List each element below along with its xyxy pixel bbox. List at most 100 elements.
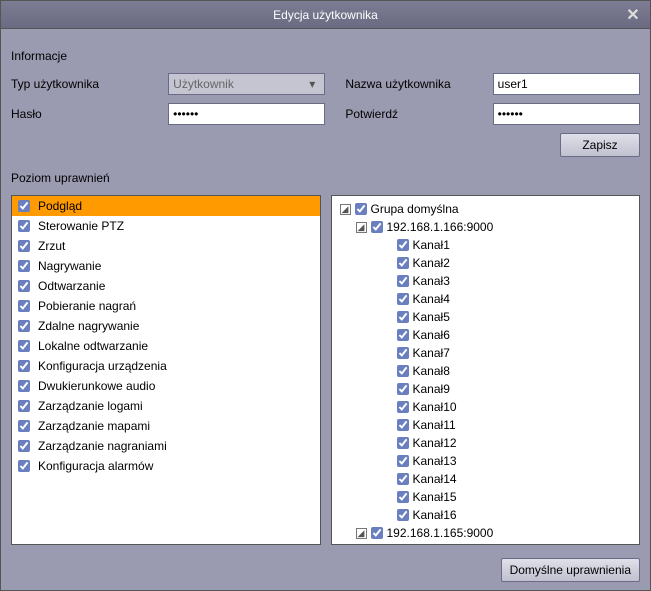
- tree-checkbox[interactable]: [371, 221, 383, 233]
- tree-channel[interactable]: Kanał10: [334, 398, 638, 416]
- save-button[interactable]: Zapisz: [560, 133, 640, 157]
- tree-label: Kanał16: [413, 508, 457, 522]
- permission-item[interactable]: Zarządzanie nagraniami: [12, 436, 320, 456]
- tree-channel[interactable]: Kanał4: [334, 290, 638, 308]
- tree-checkbox[interactable]: [397, 329, 409, 341]
- tree-checkbox[interactable]: [397, 419, 409, 431]
- tree-channel[interactable]: Kanał7: [334, 344, 638, 362]
- permission-checkbox[interactable]: [18, 200, 30, 212]
- tree-channel[interactable]: Kanał16: [334, 506, 638, 524]
- password-label: Hasło: [11, 107, 168, 121]
- permission-item[interactable]: Zarządzanie logami: [12, 396, 320, 416]
- tree-channel[interactable]: Kanał14: [334, 470, 638, 488]
- tree-device[interactable]: ◢ 192.168.1.165:9000: [334, 524, 638, 542]
- tree-checkbox[interactable]: [397, 365, 409, 377]
- tree-label: Kanał13: [413, 454, 457, 468]
- collapse-icon[interactable]: ◢: [340, 204, 351, 215]
- tree-checkbox[interactable]: [397, 509, 409, 521]
- permission-label: Zdalne nagrywanie: [38, 319, 139, 333]
- permissions-list[interactable]: Podgląd Sterowanie PTZZrzut Nagrywanie Odtw…: [11, 195, 321, 545]
- permission-item[interactable]: Konfiguracja urządzenia: [12, 356, 320, 376]
- row-user-type: Typ użytkownika Użytkownik ▾ Nazwa użytk…: [11, 73, 640, 95]
- tree-checkbox[interactable]: [397, 383, 409, 395]
- user-type-select[interactable]: Użytkownik ▾: [168, 73, 325, 95]
- tree-checkbox[interactable]: [355, 203, 367, 215]
- tree-checkbox[interactable]: [397, 311, 409, 323]
- permission-checkbox[interactable]: [18, 320, 30, 332]
- permission-label: Podgląd: [38, 199, 82, 213]
- tree-channel[interactable]: Kanał11: [334, 416, 638, 434]
- permission-item[interactable]: Zarządzanie mapami: [12, 416, 320, 436]
- permission-item[interactable]: Sterowanie PTZ: [12, 216, 320, 236]
- tree-channel[interactable]: Kanał1: [334, 236, 638, 254]
- close-icon[interactable]: ✕: [624, 6, 642, 24]
- permission-checkbox[interactable]: [18, 280, 30, 292]
- permission-checkbox[interactable]: [18, 400, 30, 412]
- permission-checkbox[interactable]: [18, 240, 30, 252]
- tree-checkbox[interactable]: [397, 275, 409, 287]
- tree-checkbox[interactable]: [397, 455, 409, 467]
- username-field[interactable]: [493, 73, 640, 95]
- tree-label: Kanał12: [413, 436, 457, 450]
- tree-label: Kanał11: [413, 418, 456, 432]
- tree-checkbox[interactable]: [397, 257, 409, 269]
- tree-checkbox[interactable]: [397, 239, 409, 251]
- tree-channel[interactable]: Kanał9: [334, 380, 638, 398]
- permission-label: Nagrywanie: [38, 259, 101, 273]
- permission-checkbox[interactable]: [18, 260, 30, 272]
- tree-channel[interactable]: Kanał8: [334, 362, 638, 380]
- tree-checkbox[interactable]: [371, 527, 383, 539]
- tree-channel[interactable]: Kanał6: [334, 326, 638, 344]
- collapse-icon[interactable]: ◢: [356, 528, 367, 539]
- tree-channel[interactable]: Kanał12: [334, 434, 638, 452]
- tree-channel[interactable]: Kanał13: [334, 452, 638, 470]
- user-type-label: Typ użytkownika: [11, 77, 168, 91]
- tree-channel[interactable]: Kanał3: [334, 272, 638, 290]
- tree-checkbox[interactable]: [397, 401, 409, 413]
- permission-checkbox[interactable]: [18, 340, 30, 352]
- permission-checkbox[interactable]: [18, 460, 30, 472]
- permission-item[interactable]: Zrzut: [12, 236, 320, 256]
- permission-checkbox[interactable]: [18, 440, 30, 452]
- tree-channel[interactable]: Kanał5: [334, 308, 638, 326]
- tree-label: Kanał2: [413, 256, 450, 270]
- permission-item[interactable]: Nagrywanie: [12, 256, 320, 276]
- channel-tree[interactable]: ◢ Grupa domyślna ◢192.168.1.166:9000 Kanał1…: [331, 195, 641, 545]
- row-password: Hasło Potwierdź: [11, 103, 640, 125]
- permission-item[interactable]: Podgląd: [12, 196, 320, 216]
- tree-inner: ◢ Grupa domyślna ◢192.168.1.166:9000 Kanał1…: [332, 196, 640, 545]
- permission-label: Zarządzanie mapami: [38, 419, 150, 433]
- tree-device[interactable]: ◢192.168.1.166:9000: [334, 218, 638, 236]
- permission-item[interactable]: Lokalne odtwarzanie: [12, 336, 320, 356]
- tree-channel[interactable]: Kanał15: [334, 488, 638, 506]
- password-field[interactable]: [168, 103, 325, 125]
- permission-item[interactable]: Zdalne nagrywanie: [12, 316, 320, 336]
- tree-channel[interactable]: Kanał2: [334, 254, 638, 272]
- permission-checkbox[interactable]: [18, 380, 30, 392]
- collapse-icon[interactable]: ◢: [356, 222, 367, 233]
- tree-checkbox[interactable]: [397, 473, 409, 485]
- tree-checkbox[interactable]: [397, 347, 409, 359]
- permission-item[interactable]: Pobieranie nagrań: [12, 296, 320, 316]
- permission-checkbox[interactable]: [18, 420, 30, 432]
- permission-item[interactable]: Dwukierunkowe audio: [12, 376, 320, 396]
- tree-label: Kanał8: [413, 364, 450, 378]
- tree-label: Grupa domyślna: [371, 202, 459, 216]
- tree-label: 192.168.1.165:9000: [387, 526, 494, 540]
- default-permissions-button[interactable]: Domyślne uprawnienia: [501, 558, 640, 582]
- tree-label: Kanał1: [413, 238, 450, 252]
- permission-checkbox[interactable]: [18, 300, 30, 312]
- tree-root[interactable]: ◢ Grupa domyślna: [334, 200, 638, 218]
- confirm-field[interactable]: [493, 103, 640, 125]
- tree-channel[interactable]: Kanał1: [334, 542, 638, 545]
- permission-label: Zarządzanie logami: [38, 399, 143, 413]
- permission-checkbox[interactable]: [18, 360, 30, 372]
- permission-item[interactable]: Konfiguracja alarmów: [12, 456, 320, 476]
- permission-checkbox[interactable]: [18, 220, 30, 232]
- tree-checkbox[interactable]: [397, 293, 409, 305]
- permission-label: Dwukierunkowe audio: [38, 379, 155, 393]
- tree-checkbox[interactable]: [397, 437, 409, 449]
- permission-item[interactable]: Odtwarzanie: [12, 276, 320, 296]
- tree-checkbox[interactable]: [397, 491, 409, 503]
- save-row: Zapisz: [11, 133, 640, 157]
